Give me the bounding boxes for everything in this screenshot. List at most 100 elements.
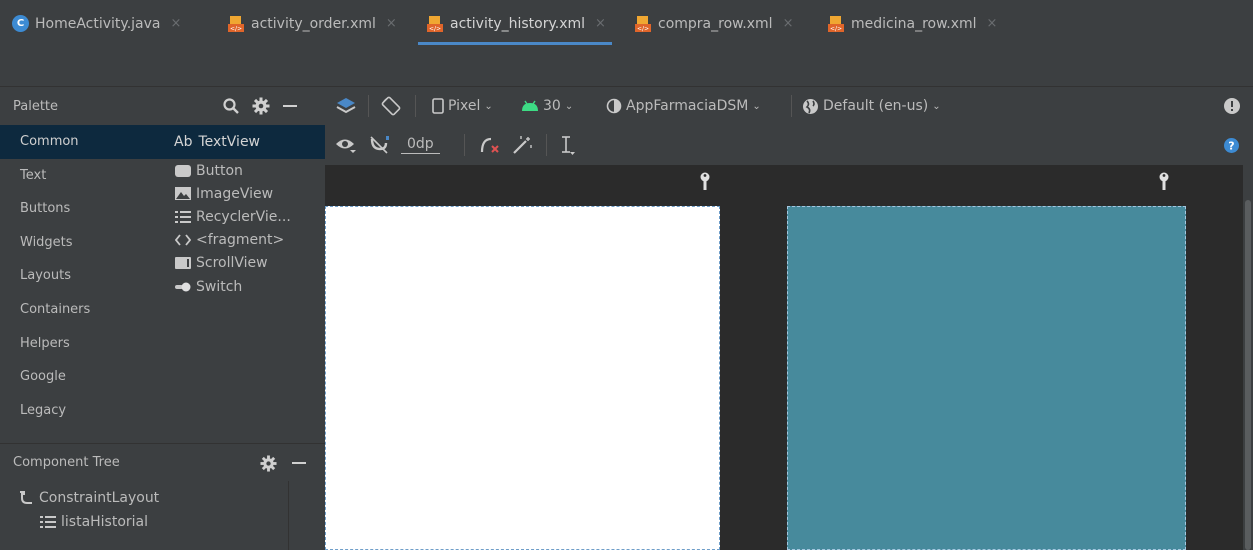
tree-node-label: listaHistorial [61,514,149,530]
widget-label: Switch [196,278,243,295]
component-tree-header: Component Tree [0,443,325,481]
device-selector[interactable]: Pixel ⌄ [432,98,493,114]
svg-text:?: ? [1228,139,1234,152]
gear-icon[interactable] [252,97,270,115]
help-icon[interactable]: ? [1223,137,1240,154]
layout-xml-icon: </> [635,15,651,32]
gear-icon[interactable] [260,454,277,472]
widget-fragment[interactable]: <fragment> [160,229,325,252]
widget-label: RecyclerVie... [196,208,291,225]
default-margin-selector[interactable]: 0dp [401,136,440,154]
button-icon [174,164,192,177]
widget-label: Button [196,162,243,179]
tree-divider [288,481,289,550]
design-blueprint-layers-icon[interactable] [335,96,357,116]
infer-constraints-icon[interactable] [511,135,533,155]
svg-text:</>: </> [429,25,441,32]
design-surface[interactable] [325,206,720,550]
textview-icon: Ab [174,134,193,150]
category-legacy[interactable]: Legacy [0,394,160,428]
drag-handle-icon[interactable] [1157,172,1171,192]
tab-activity-history[interactable]: </> activity_history.xml × [418,0,612,47]
tab-label: HomeActivity.java [35,15,161,32]
widget-imageview[interactable]: ImageView [160,182,325,205]
svg-text:</>: </> [830,25,842,32]
widget-button[interactable]: Button [160,159,325,182]
widget-textview[interactable]: Ab TextView [160,125,325,159]
locale-label: Default (en-us) [823,98,929,114]
api-level-selector[interactable]: 30 ⌄ [521,98,573,114]
category-containers[interactable]: Containers [0,293,160,327]
search-icon[interactable] [222,97,240,115]
category-text[interactable]: Text [0,159,160,193]
theme-selector[interactable]: AppFarmaciaDSM ⌄ [606,98,761,114]
svg-text:</>: </> [637,25,649,32]
widget-label: <fragment> [196,232,285,249]
category-common[interactable]: Common [0,125,160,159]
tab-medicina-row[interactable]: </> medicina_row.xml × [827,0,997,47]
layout-xml-icon: </> [427,15,443,32]
widget-recyclerview[interactable]: RecyclerVie... [160,205,325,228]
globe-icon [803,98,818,114]
scrollview-icon [174,257,192,270]
switch-icon [174,281,192,293]
phone-icon [432,98,444,114]
category-google[interactable]: Google [0,360,160,394]
orientation-icon[interactable] [380,95,402,117]
tab-label: activity_order.xml [251,15,376,32]
design-toolbar: Pixel ⌄ 30 ⌄ AppFarmaciaDSM ⌄ Default (e… [325,87,1253,125]
palette-title: Palette [13,98,59,114]
tree-node-label: ConstraintLayout [39,490,160,506]
android-icon [522,100,538,111]
palette-header: Palette [0,87,325,125]
guidelines-icon[interactable] [559,135,577,155]
eye-icon[interactable] [335,136,357,154]
canvas-scrollbar[interactable] [1243,165,1253,550]
autoconnect-off-icon[interactable] [369,135,391,155]
drag-handle-icon[interactable] [698,172,712,192]
category-helpers[interactable]: Helpers [0,327,160,361]
chevron-down-icon: ⌄ [484,100,493,112]
tab-label: medicina_row.xml [851,15,977,32]
tree-node-listahistorial[interactable]: listaHistorial [0,510,288,534]
chevron-down-icon: ⌄ [932,100,941,112]
tab-label: compra_row.xml [658,15,773,32]
tab-home-activity[interactable]: C HomeActivity.java × [12,0,181,47]
theme-label: AppFarmaciaDSM [626,98,749,114]
widget-label: TextView [198,134,261,150]
default-margin-label: 0dp [401,136,440,154]
scrollbar-thumb[interactable] [1245,200,1251,550]
api-level-label: 30 [543,98,561,114]
code-brackets-icon [174,234,192,246]
widget-switch[interactable]: Switch [160,275,325,298]
close-icon[interactable]: × [386,16,397,31]
tab-activity-order[interactable]: </> activity_order.xml × [227,0,397,47]
locale-selector[interactable]: Default (en-us) ⌄ [802,98,941,115]
close-icon[interactable]: × [171,16,182,31]
palette-categories: Common Text Buttons Widgets Layouts Cont… [0,125,160,430]
tree-node-constraintlayout[interactable]: ConstraintLayout [0,486,288,510]
component-tree: ConstraintLayout listaHistorial [0,481,288,550]
list-icon [174,210,192,223]
chevron-down-icon: ⌄ [564,100,574,112]
close-icon[interactable]: × [987,16,998,31]
close-icon[interactable]: × [595,16,606,31]
category-widgets[interactable]: Widgets [0,226,160,260]
layout-xml-icon: </> [828,15,844,32]
java-class-icon: C [12,15,29,32]
category-layouts[interactable]: Layouts [0,259,160,293]
minimize-icon[interactable] [291,454,307,472]
minimize-icon[interactable] [282,97,298,115]
blueprint-surface[interactable] [787,206,1186,550]
chevron-down-icon: ⌄ [752,100,761,112]
component-tree-title: Component Tree [13,455,120,470]
clear-constraints-icon[interactable] [479,135,501,155]
close-icon[interactable]: × [783,16,794,31]
device-label: Pixel [448,98,481,114]
tab-compra-row[interactable]: </> compra_row.xml × [634,0,793,47]
palette-widgets: Ab TextView Button ImageView RecyclerVie… [160,125,325,430]
widget-scrollview[interactable]: ScrollView [160,252,325,275]
image-icon [174,187,192,201]
category-buttons[interactable]: Buttons [0,192,160,226]
warning-icon[interactable] [1223,97,1241,115]
